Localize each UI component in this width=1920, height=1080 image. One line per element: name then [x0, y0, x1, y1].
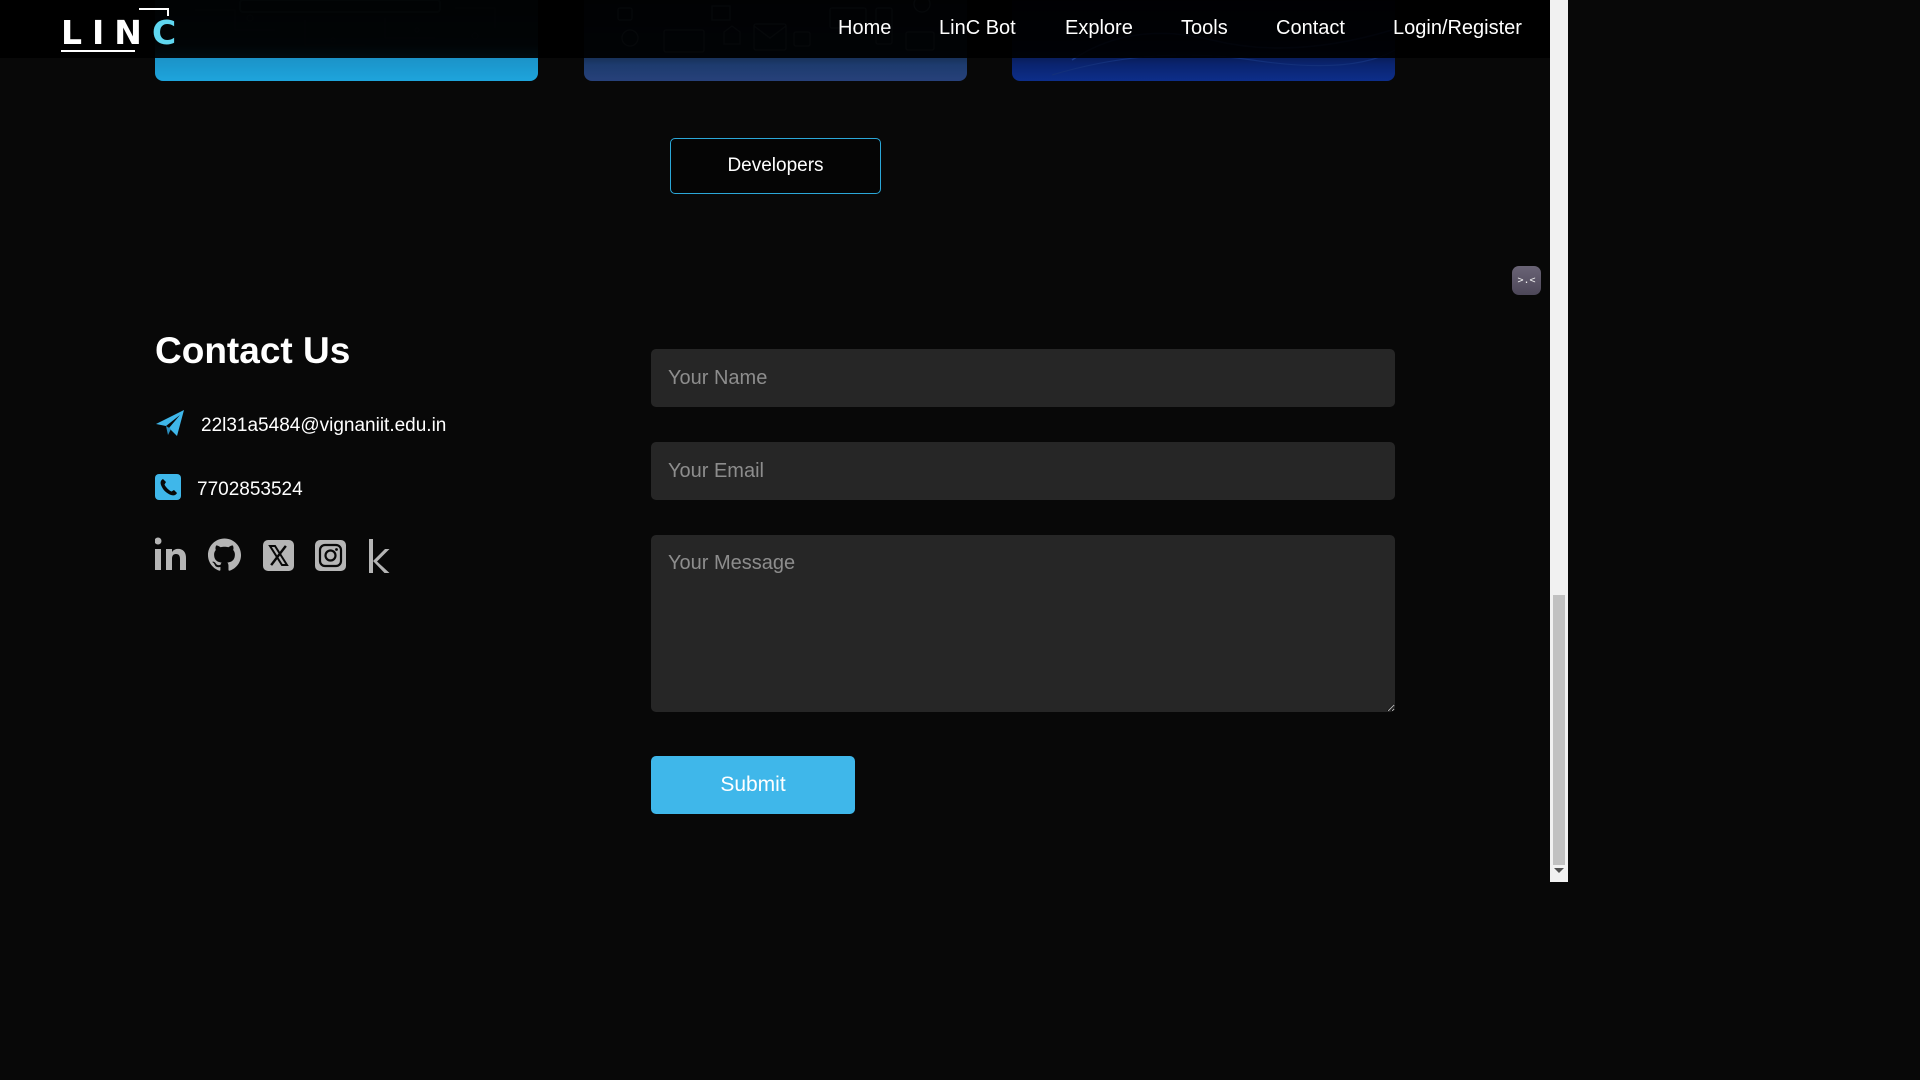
name-input[interactable] [651, 349, 1395, 407]
scrollbar-thumb[interactable] [1553, 595, 1565, 865]
linc-logo[interactable]: LINC [61, 6, 176, 52]
contact-phone-row: 7702853524 [155, 474, 303, 505]
logo-bracket-tick [167, 8, 169, 16]
submit-button[interactable]: Submit [651, 756, 855, 814]
scroll-down-arrow-icon[interactable] [1554, 868, 1564, 873]
developers-button[interactable]: Developers [670, 138, 881, 194]
logo-underline [61, 50, 135, 52]
email-input[interactable] [651, 442, 1395, 500]
x-twitter-icon[interactable] [263, 537, 294, 576]
phone-icon [155, 474, 181, 505]
nav-contact[interactable]: Contact [1276, 17, 1345, 40]
nav-login-register[interactable]: Login/Register [1393, 17, 1522, 40]
instagram-icon[interactable] [315, 537, 346, 576]
logo-bracket [139, 8, 169, 10]
nav-tools[interactable]: Tools [1181, 17, 1228, 40]
linkedin-icon[interactable] [154, 537, 187, 576]
nav-linc-bot[interactable]: LinC Bot [939, 17, 1016, 40]
contact-title: Contact Us [155, 330, 351, 371]
top-navbar: LINC Home LinC Bot Explore Tools Contact… [0, 0, 1550, 58]
kaggle-icon[interactable] [368, 537, 390, 580]
page-scrollbar[interactable] [1550, 0, 1568, 882]
logo-text: LINC [61, 13, 177, 52]
nav-explore[interactable]: Explore [1065, 17, 1133, 40]
chat-face-icon: >.< [1517, 275, 1536, 286]
paper-plane-icon [155, 408, 185, 443]
github-icon[interactable] [207, 537, 242, 578]
contact-email[interactable]: 22l31a5484@vignaniit.edu.in [201, 415, 446, 437]
nav-home[interactable]: Home [838, 17, 891, 40]
contact-phone[interactable]: 7702853524 [197, 479, 303, 501]
message-textarea[interactable] [651, 535, 1395, 712]
contact-email-row: 22l31a5484@vignaniit.edu.in [155, 408, 446, 443]
chat-widget-button[interactable]: >.< [1512, 266, 1541, 295]
